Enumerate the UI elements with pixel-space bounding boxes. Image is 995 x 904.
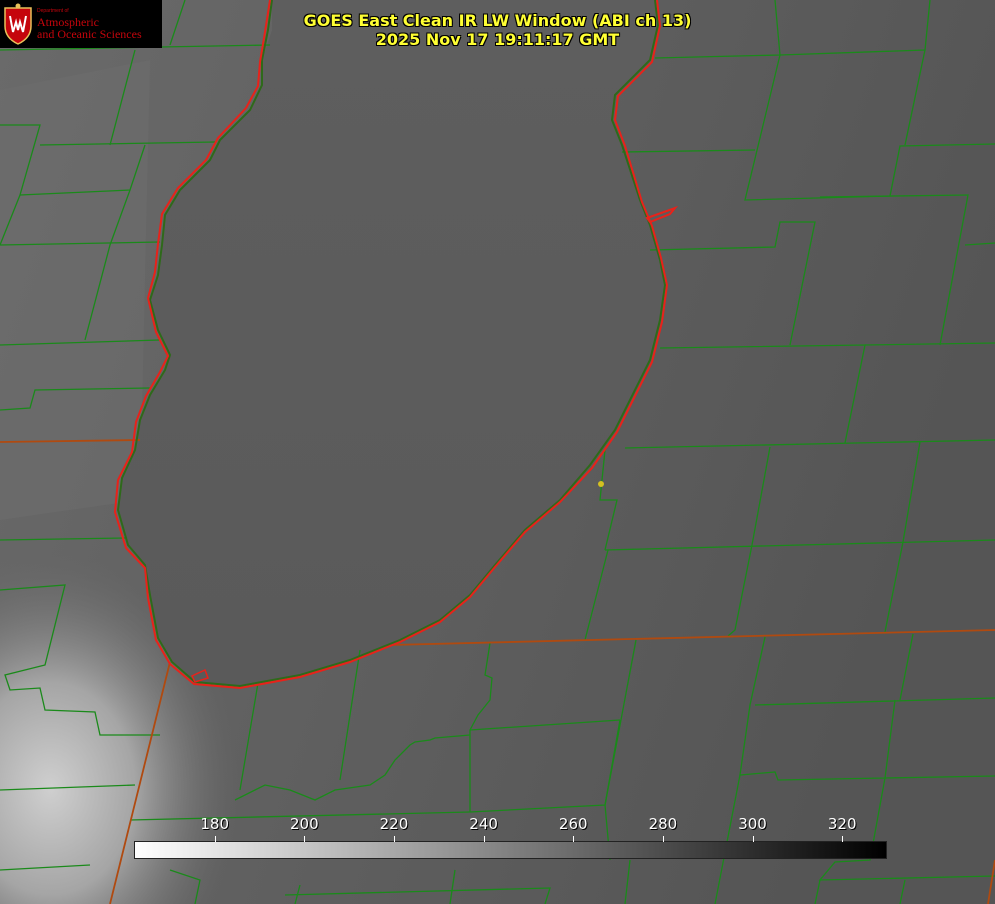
colorbar-tick-mark <box>393 836 395 842</box>
colorbar-tick-label: 180 <box>200 815 229 833</box>
colorbar-tick-mark <box>304 836 306 842</box>
colorbar-tick-label: 300 <box>738 815 767 833</box>
colorbar <box>134 841 887 859</box>
colorbar-tick-mark <box>483 836 485 842</box>
map-canvas <box>0 0 995 904</box>
colorbar-tick-label: 200 <box>289 815 319 833</box>
colorbar-tick-label: 240 <box>469 815 498 833</box>
logo-org-line2: and Oceanic Sciences <box>37 26 142 41</box>
satellite-image: Department of Atmospheric and Oceanic Sc… <box>0 0 995 904</box>
colorbar-tick-mark <box>214 836 216 842</box>
colorbar-tick-label: 320 <box>827 815 857 833</box>
uw-aos-logo: Department of Atmospheric and Oceanic Sc… <box>0 0 162 48</box>
colorbar-tick-mark <box>752 836 754 842</box>
colorbar-tick-label: 220 <box>379 815 409 833</box>
uw-crest-icon <box>4 3 32 45</box>
colorbar-tick-label: 260 <box>558 815 588 833</box>
colorbar-tick-mark <box>662 836 664 842</box>
logo-dept-text: Department of <box>37 7 69 14</box>
logo-org-line1: Atmospheric <box>37 14 99 29</box>
colorbar-tick-label: 280 <box>648 815 678 833</box>
colorbar-tick-mark <box>842 836 844 842</box>
west-land-shade <box>0 60 150 520</box>
location-marker <box>598 481 604 487</box>
colorbar-tick-mark <box>573 836 575 842</box>
